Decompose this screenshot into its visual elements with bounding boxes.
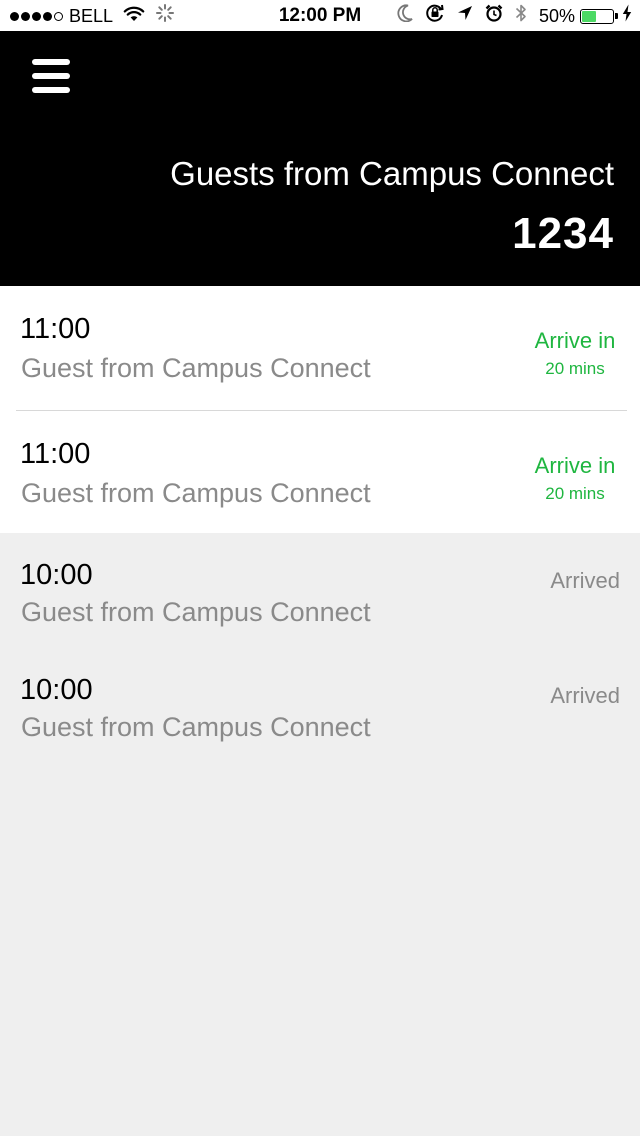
status-bar: BELL 12:00 PM 50% [0, 0, 640, 31]
arrival-status: Arrived [550, 567, 620, 595]
status-bar-right: 50% [397, 4, 632, 28]
alarm-icon [485, 4, 503, 28]
guest-time: 10:00 [20, 674, 93, 706]
battery-percentage: 50% [538, 5, 575, 26]
guest-row[interactable]: 10:00 Guest from Campus Connect Arrived [0, 648, 640, 763]
page-header: Guests from Campus Connect 1234 [0, 31, 640, 286]
guest-list: 11:00 Guest from Campus Connect Arrive i… [0, 286, 640, 763]
guest-time: 11:00 [20, 438, 91, 470]
bluetooth-icon [515, 3, 527, 29]
location-arrow-icon [457, 5, 473, 27]
arrival-eta: 20 mins [545, 484, 605, 503]
arrival-eta: 20 mins [545, 359, 605, 378]
guest-time: 11:00 [20, 313, 91, 345]
battery-level-fill [582, 10, 596, 22]
guest-row[interactable]: 11:00 Guest from Campus Connect Arrive i… [0, 411, 640, 533]
guest-count: 1234 [512, 209, 614, 258]
guest-source: Guest from Campus Connect [21, 353, 371, 383]
guest-time: 10:00 [20, 559, 93, 591]
battery-icon [580, 8, 614, 24]
arrival-status-label: Arrive in [534, 453, 616, 478]
guest-source: Guest from Campus Connect [21, 712, 371, 742]
charging-bolt-icon [622, 4, 632, 28]
battery-cap [615, 13, 618, 19]
guest-row[interactable]: 10:00 Guest from Campus Connect Arrived [0, 533, 640, 648]
arrival-status: Arrive in 20 mins [530, 327, 620, 383]
menu-bar-top [32, 59, 70, 65]
page-title: Guests from Campus Connect [170, 155, 614, 192]
arrival-status: Arrived [550, 682, 620, 710]
arrival-status-label: Arrive in [534, 328, 616, 353]
guest-row[interactable]: 11:00 Guest from Campus Connect Arrive i… [0, 286, 640, 411]
menu-bar-middle [32, 73, 70, 79]
arrival-status-label: Arrived [550, 683, 620, 708]
arrival-status-label: Arrived [550, 568, 620, 593]
orientation-lock-icon [425, 3, 445, 29]
arrival-status: Arrive in 20 mins [530, 452, 620, 508]
guest-source: Guest from Campus Connect [21, 478, 371, 508]
hamburger-menu-icon[interactable] [32, 59, 70, 95]
menu-bar-bottom [32, 87, 70, 93]
moon-icon [397, 4, 413, 28]
guest-source: Guest from Campus Connect [21, 597, 371, 627]
